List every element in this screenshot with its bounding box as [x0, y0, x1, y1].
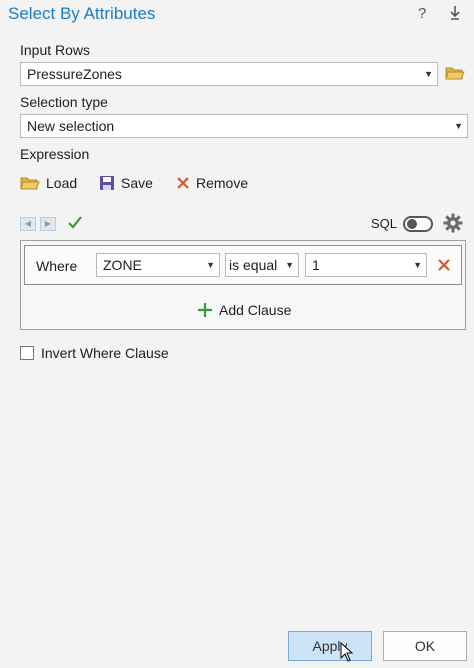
pin-button[interactable]	[449, 5, 461, 25]
folder-icon	[445, 67, 465, 80]
input-rows-value: PressureZones	[27, 66, 122, 82]
remove-clause-button[interactable]	[437, 258, 451, 275]
load-label: Load	[46, 175, 78, 191]
operator-value: is equal	[229, 257, 278, 273]
invert-where-label: Invert Where Clause	[41, 345, 169, 361]
close-icon	[177, 177, 189, 189]
save-button[interactable]: Save	[99, 175, 153, 191]
verify-button[interactable]	[67, 214, 83, 233]
folder-icon	[20, 177, 40, 190]
sql-label: SQL	[371, 216, 398, 231]
close-icon	[438, 259, 450, 271]
selection-type-select[interactable]: New selection ▼	[20, 114, 468, 138]
operator-select[interactable]: is equal ▼	[225, 253, 299, 277]
chevron-down-icon: ▼	[454, 121, 463, 131]
save-icon	[100, 176, 114, 190]
input-rows-select[interactable]: PressureZones ▼	[20, 62, 438, 86]
chevron-down-icon: ▼	[285, 260, 294, 270]
pin-icon	[450, 6, 460, 20]
value-select[interactable]: 1 ▼	[305, 253, 427, 277]
chevron-down-icon: ▼	[413, 260, 422, 270]
add-clause-button[interactable]: Add Clause	[197, 302, 291, 318]
gear-icon	[443, 213, 463, 233]
toggle-knob	[407, 219, 417, 229]
invert-where-checkbox[interactable]	[20, 346, 34, 360]
remove-button[interactable]: Remove	[176, 175, 248, 191]
add-clause-label: Add Clause	[219, 302, 292, 318]
browse-input-button[interactable]	[445, 64, 465, 85]
ok-label: OK	[414, 638, 436, 654]
chevron-down-icon: ▼	[424, 69, 433, 79]
ok-button[interactable]: OK	[383, 631, 467, 661]
apply-button[interactable]: Apply	[288, 631, 372, 661]
selection-type-label: Selection type	[20, 94, 108, 110]
help-button[interactable]: ?	[418, 5, 426, 22]
chevron-down-icon: ▼	[206, 260, 215, 270]
input-rows-label: Input Rows	[20, 42, 91, 58]
value-value: 1	[312, 257, 320, 273]
undo-button[interactable]: ◀	[20, 217, 36, 231]
sql-toggle[interactable]	[403, 216, 433, 232]
selection-type-value: New selection	[27, 118, 115, 134]
redo-button[interactable]: ▶	[40, 217, 56, 231]
cursor-icon	[340, 641, 354, 662]
dialog-title: Select By Attributes	[8, 4, 156, 23]
field-value: ZONE	[103, 257, 142, 273]
checkmark-icon	[68, 216, 82, 229]
remove-label: Remove	[196, 175, 249, 191]
plus-icon	[198, 303, 212, 317]
save-label: Save	[121, 175, 153, 191]
expression-label: Expression	[20, 146, 90, 162]
mouse-cursor	[340, 641, 354, 665]
where-label: Where	[36, 258, 78, 274]
field-select[interactable]: ZONE ▼	[96, 253, 220, 277]
load-button[interactable]: Load	[20, 175, 77, 191]
settings-button[interactable]	[443, 213, 463, 236]
